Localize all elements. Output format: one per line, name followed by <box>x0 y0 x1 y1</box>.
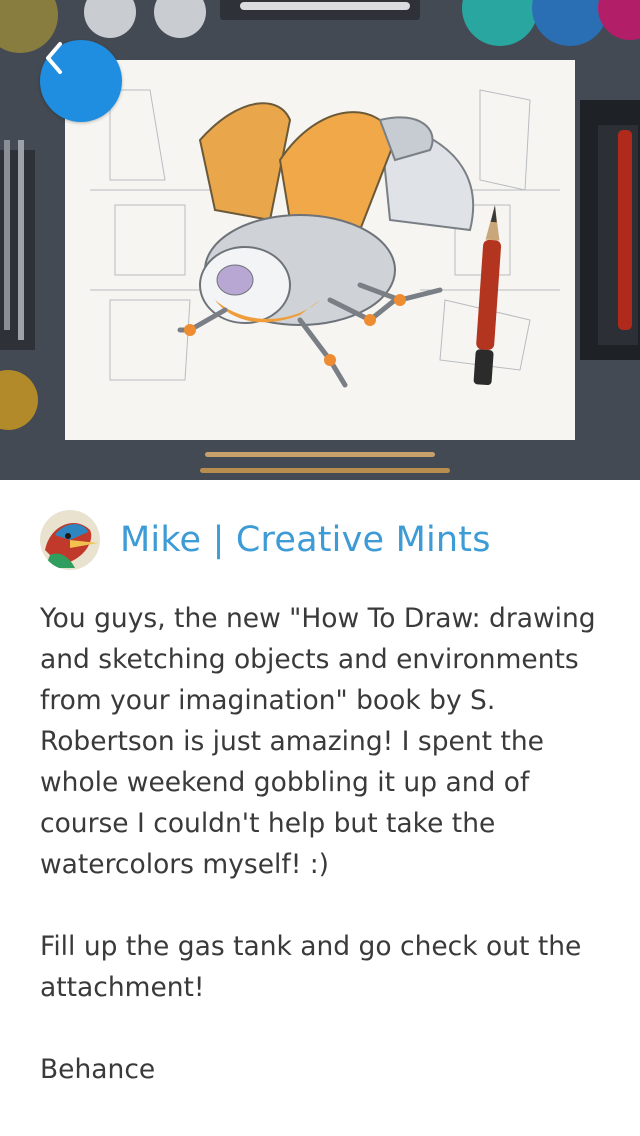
chevron-left-icon <box>46 42 62 74</box>
post-content: Mike | Creative Mints You guys, the new … <box>0 480 640 1090</box>
hero-image <box>0 0 640 480</box>
post-body: You guys, the new "How To Draw: drawing … <box>40 598 605 1090</box>
post-source: Behance <box>40 1054 156 1085</box>
post-paragraph: You guys, the new "How To Draw: drawing … <box>40 603 596 880</box>
author-row: Mike | Creative Mints <box>40 510 600 570</box>
avatar[interactable] <box>40 510 100 570</box>
author-name[interactable]: Mike | Creative Mints <box>120 520 491 560</box>
bird-avatar-image <box>40 510 100 570</box>
post-paragraph: Fill up the gas tank and go check out th… <box>40 931 582 1003</box>
back-button[interactable] <box>40 40 122 122</box>
